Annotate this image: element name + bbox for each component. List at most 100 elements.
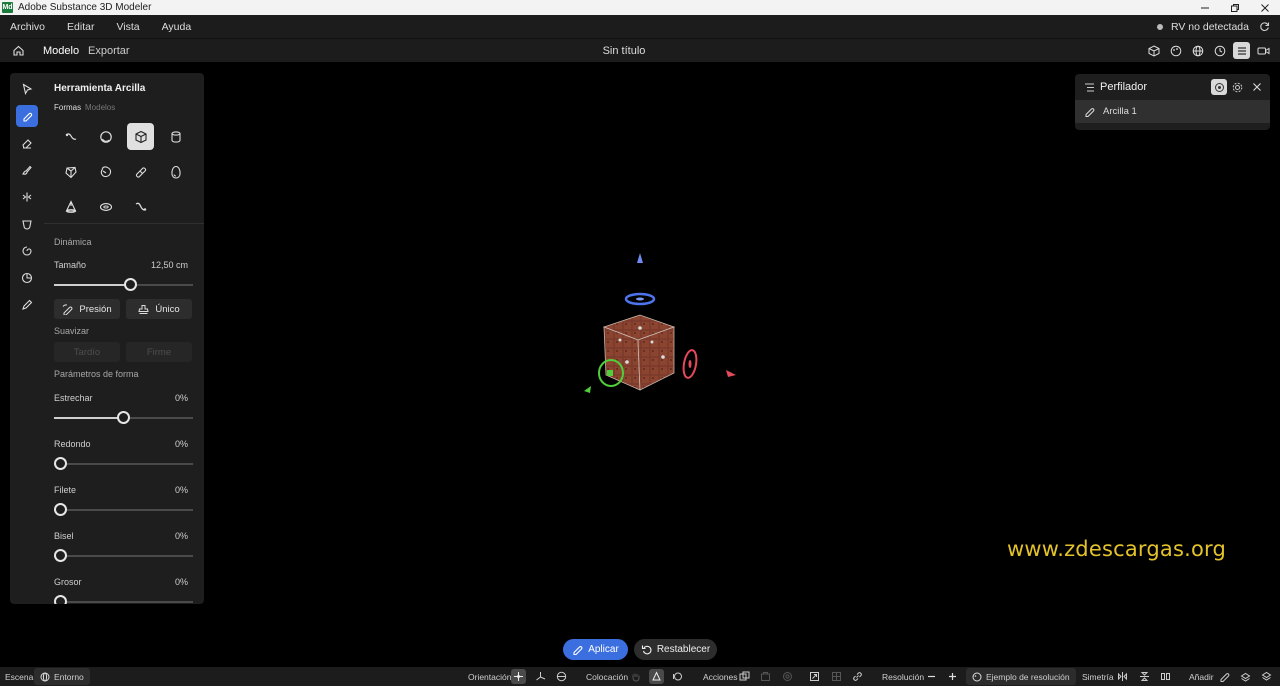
y-axis-arrow[interactable] (637, 253, 643, 263)
resolution-decrease-button[interactable] (924, 669, 939, 684)
material-button[interactable] (1167, 42, 1184, 59)
shape-torus[interactable] (92, 193, 119, 220)
globe-icon (40, 672, 50, 681)
stretch-slider-thumb[interactable] (117, 411, 130, 424)
symmetry-y-button[interactable] (1137, 669, 1152, 684)
plus-icon (949, 673, 956, 680)
environment-button[interactable] (1189, 42, 1206, 59)
shape-cone[interactable] (57, 193, 84, 220)
shape-blob[interactable] (92, 158, 119, 185)
maximize-button[interactable] (1220, 0, 1250, 15)
close-panel-icon[interactable] (1252, 82, 1262, 92)
placement-front-button[interactable] (670, 669, 685, 684)
orientation-world-button[interactable] (554, 669, 569, 684)
placement-hand-button[interactable] (628, 669, 643, 684)
shape-egg[interactable] (162, 158, 189, 185)
group-icon (761, 672, 770, 681)
reset-button[interactable]: Restablecer (634, 639, 717, 660)
round-slider-thumb[interactable] (54, 457, 67, 470)
late-button[interactable]: Tardío (54, 342, 120, 362)
fillet-value: 0% (174, 485, 188, 495)
shape-capsule[interactable] (127, 158, 154, 185)
link-button[interactable] (850, 669, 865, 684)
resolution-increase-button[interactable] (945, 669, 960, 684)
reset-label: Restablecer (656, 644, 711, 655)
close-window-button[interactable] (1250, 0, 1280, 15)
shape-cone-cube[interactable] (57, 158, 84, 185)
firm-label: Firme (146, 346, 172, 358)
sphere-icon (99, 130, 112, 143)
grid-button[interactable] (829, 669, 844, 684)
single-button[interactable]: Único (126, 299, 192, 319)
firm-button[interactable]: Firme (126, 342, 192, 362)
shape-stroke[interactable] (57, 123, 84, 150)
shape-cube[interactable] (127, 123, 154, 150)
shape-sphere[interactable] (92, 123, 119, 150)
duplicate-button[interactable] (737, 669, 752, 684)
menu-editar[interactable]: Editar (67, 21, 94, 33)
fillet-slider-thumb[interactable] (54, 503, 67, 516)
refresh-icon[interactable] (1259, 21, 1270, 32)
shape-cylinder[interactable] (162, 123, 189, 150)
group-button[interactable] (758, 669, 773, 684)
symmetry-z-button[interactable] (1158, 669, 1173, 684)
layers-button[interactable] (1233, 42, 1250, 59)
select-tool[interactable] (16, 78, 38, 100)
grid-icon (832, 672, 841, 681)
z-axis-arrow[interactable] (726, 370, 736, 377)
viewport-cube-gizmo[interactable] (560, 240, 760, 410)
cube-view-button[interactable] (1145, 42, 1162, 59)
menu-vista[interactable]: Vista (116, 21, 139, 33)
resolution-example-button[interactable]: Ejemplo de resolución (966, 668, 1076, 685)
add-layer-button[interactable] (1238, 669, 1253, 684)
pressure-button[interactable]: Presión (54, 299, 120, 319)
orientation-gizmo-button[interactable] (533, 669, 548, 684)
placement-surface-button[interactable] (649, 669, 664, 684)
round-slider[interactable] (54, 457, 193, 470)
history-button[interactable] (1211, 42, 1228, 59)
bevel-slider[interactable] (54, 549, 193, 562)
thickness-slider-thumb[interactable] (54, 595, 67, 604)
minimize-button[interactable] (1190, 0, 1220, 15)
clay-tool[interactable] (16, 105, 38, 127)
smooth-tool[interactable] (16, 240, 38, 262)
dynamics-heading: Dinámica (54, 237, 92, 247)
inflate-tool[interactable] (16, 267, 38, 289)
watermark-text: www.zdescargas.org (1007, 537, 1227, 561)
settings-icon[interactable] (1232, 82, 1243, 93)
title-bar: Md Adobe Substance 3D Modeler (0, 0, 1280, 15)
pen-tool[interactable] (16, 294, 38, 316)
tab-modelos[interactable]: Modelos (85, 103, 115, 112)
size-slider-thumb[interactable] (123, 278, 137, 291)
profiler-item-clay[interactable]: Arcilla 1 (1075, 100, 1270, 123)
clay-brush-icon (573, 646, 583, 655)
move-tool[interactable] (16, 186, 38, 208)
menu-ayuda[interactable]: Ayuda (162, 21, 192, 33)
apply-button[interactable]: Aplicar (563, 639, 628, 660)
paint-tool[interactable] (16, 159, 38, 181)
crease-tool[interactable] (16, 213, 38, 235)
thickness-value: 0% (174, 577, 188, 587)
profiler-target-button[interactable] (1211, 79, 1227, 95)
size-slider[interactable] (54, 278, 193, 291)
bevel-slider-thumb[interactable] (54, 549, 67, 562)
x-axis-arrow[interactable] (584, 386, 591, 393)
axis-icon (536, 672, 546, 681)
fillet-slider[interactable] (54, 503, 193, 516)
erase-tool[interactable] (16, 132, 38, 154)
camera-button[interactable] (1255, 42, 1272, 59)
thickness-slider[interactable] (54, 595, 193, 604)
environment-button[interactable]: Entorno (34, 668, 90, 685)
menu-archivo[interactable]: Archivo (10, 21, 45, 33)
tab-formas[interactable]: Formas (54, 103, 81, 112)
stretch-slider[interactable] (54, 411, 193, 424)
shape-curve[interactable] (127, 193, 154, 220)
symmetry-x-button[interactable] (1115, 669, 1130, 684)
add-light-button[interactable] (1259, 669, 1274, 684)
profiler-header: Perfilador (1075, 74, 1270, 99)
add-clay-button[interactable] (1217, 669, 1232, 684)
merge-button[interactable] (780, 669, 795, 684)
orientation-local-button[interactable] (511, 669, 526, 684)
export-selection-button[interactable] (807, 669, 822, 684)
window-title: Adobe Substance 3D Modeler (18, 2, 152, 13)
